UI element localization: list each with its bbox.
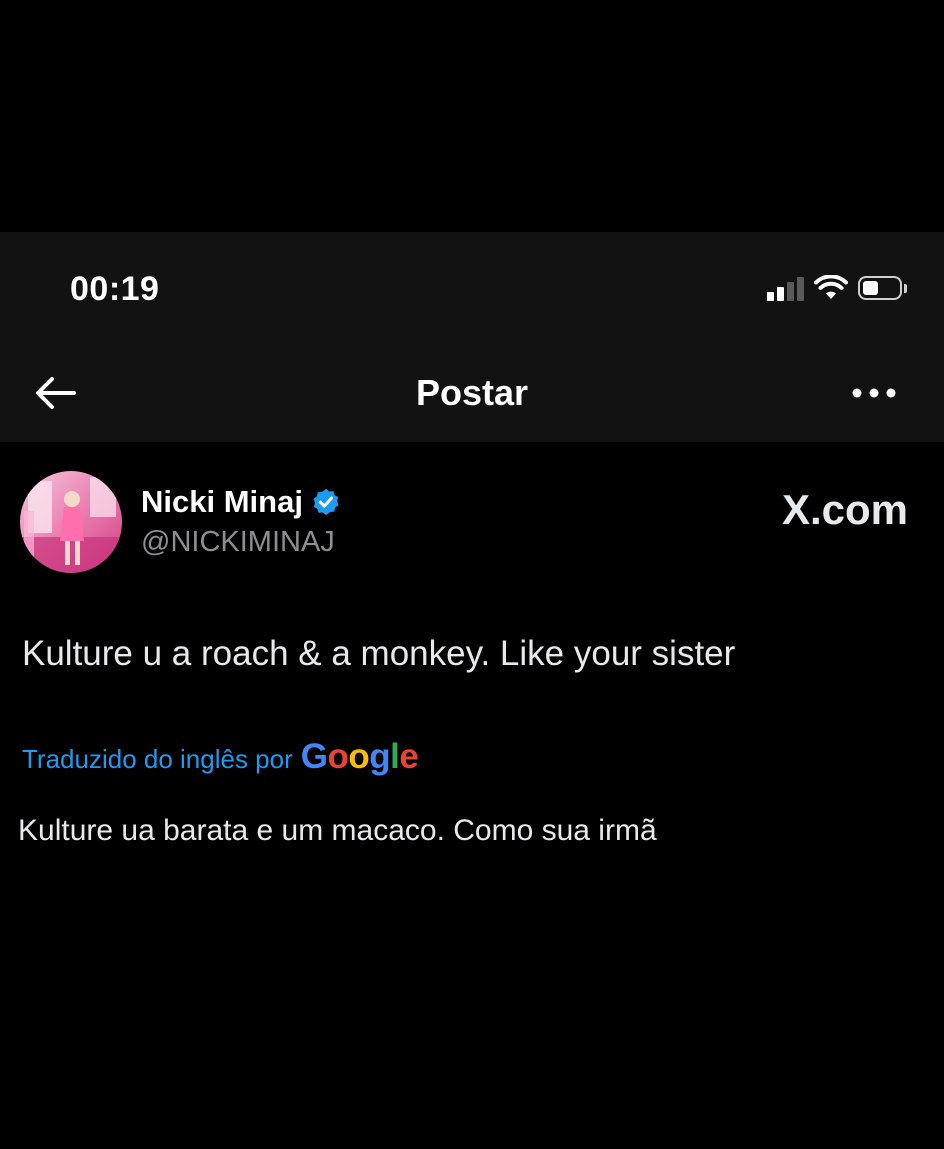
status-icons [767, 273, 908, 303]
profile-photo [20, 471, 122, 573]
avatar[interactable] [20, 471, 122, 573]
wifi-icon [814, 275, 848, 299]
translated-text: Kulture ua barata e um macaco. Como sua … [18, 814, 657, 847]
cellular-signal-icon [767, 275, 804, 301]
more-options-button[interactable] [850, 380, 898, 406]
post-text: Kulture u a roach & a monkey. Like your … [22, 634, 736, 673]
watermark: X.com [781, 486, 908, 533]
verified-badge-icon [313, 488, 339, 516]
translation-attribution[interactable]: Traduzido do inglês por Google [22, 737, 419, 777]
author-name[interactable]: Nicki Minaj [141, 484, 303, 520]
page-title: Postar [415, 372, 529, 413]
post-screen: 00:19 Postar Nicki Minaj @NICKIMINAJ X.c… [0, 0, 944, 1149]
translation-label[interactable]: Traduzido do inglês por [22, 744, 293, 775]
battery-icon [858, 275, 908, 301]
more-horizontal-icon [852, 388, 896, 398]
google-logo: Google [300, 737, 419, 776]
author-name-row[interactable]: Nicki Minaj [141, 484, 341, 520]
status-time: 00:19 [70, 270, 160, 308]
author-handle[interactable]: @NICKIMINAJ [141, 526, 335, 559]
